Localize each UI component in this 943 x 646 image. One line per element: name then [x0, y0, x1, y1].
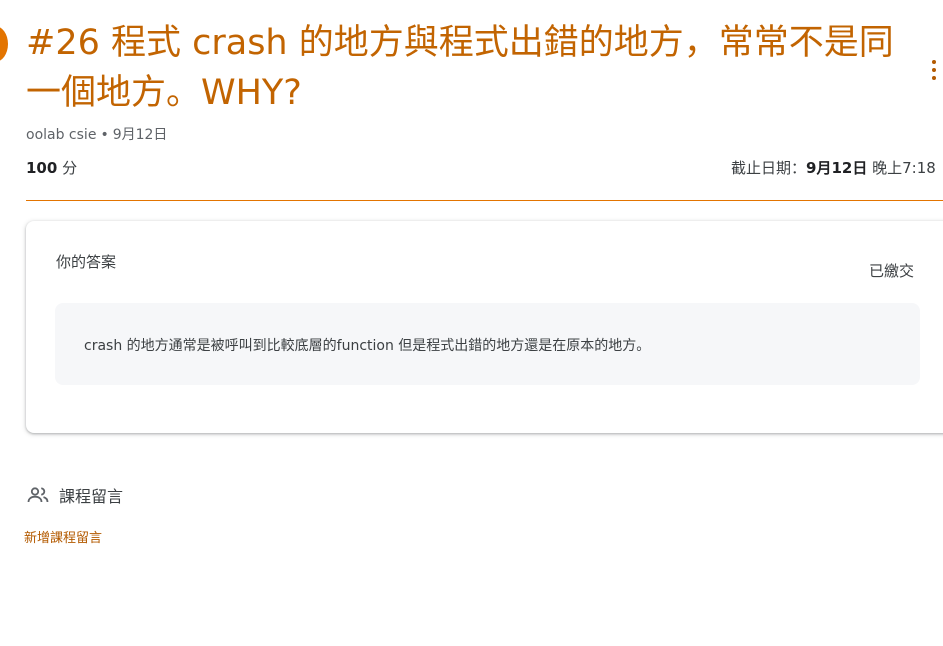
due-date: 截止日期：9月12日 晚上7:18 [731, 157, 936, 178]
answer-text: crash 的地方通常是被呼叫到比較底層的function 但是程式出錯的地方還… [84, 338, 651, 354]
points-unit: 分 [62, 159, 78, 177]
header-divider [26, 200, 943, 201]
answer-box: crash 的地方通常是被呼叫到比較底層的function 但是程式出錯的地方還… [55, 303, 920, 385]
your-work-card: 你的答案 已繳交 crash 的地方通常是被呼叫到比較底層的function 但… [26, 221, 943, 433]
assignment-icon [0, 26, 8, 62]
author-name: oolab csie [26, 127, 97, 143]
class-comments-header: 課程留言 [26, 483, 123, 507]
due-label: 截止日期： [731, 159, 807, 177]
due-time: 晚上7:18 [872, 159, 936, 177]
meta-separator: • [100, 127, 109, 143]
assignment-meta: oolab csie • 9月12日 [26, 124, 167, 144]
your-work-title: 你的答案 [56, 253, 117, 271]
people-icon [27, 487, 49, 503]
points: 100 分 [26, 157, 77, 178]
more-vert-icon[interactable] [930, 60, 938, 80]
assignment-page: #26 程式 crash 的地方與程式出錯的地方，常常不是同一個地方。WHY? … [0, 0, 943, 646]
add-class-comment-link[interactable]: 新增課程留言 [24, 527, 102, 546]
due-date-value: 9月12日 [806, 159, 868, 177]
assignment-title: #26 程式 crash 的地方與程式出錯的地方，常常不是同一個地方。WHY? [26, 23, 894, 113]
class-comments-label: 課程留言 [59, 487, 124, 506]
posted-date: 9月12日 [112, 127, 168, 143]
points-value: 100 [26, 159, 58, 177]
submission-status: 已繳交 [869, 262, 915, 280]
